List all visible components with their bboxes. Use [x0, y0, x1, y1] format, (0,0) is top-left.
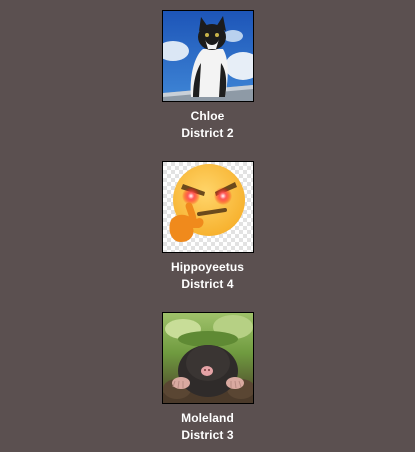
thinking-emoji-photo-icon — [162, 162, 253, 252]
tribute-avatar-hippoyeetus[interactable] — [161, 161, 254, 253]
tribute-district: District 4 — [181, 277, 234, 291]
tribute-avatar-moleland[interactable] — [161, 312, 254, 404]
tribute-list: Chloe District 2 Hippoyeetus District 4 … — [0, 0, 415, 452]
tribute-card: Hippoyeetus District 4 — [0, 161, 415, 293]
tribute-avatar-chloe[interactable] — [161, 10, 254, 102]
tribute-name: Chloe — [190, 109, 225, 123]
cat-photo-icon — [162, 11, 253, 101]
mole-photo-icon — [162, 313, 253, 403]
tribute-card: Chloe District 2 — [0, 10, 415, 142]
tribute-name: Hippoyeetus — [170, 260, 245, 274]
tribute-card: Moleland District 3 — [0, 312, 415, 444]
tribute-name: Moleland — [181, 411, 234, 425]
tribute-district: District 2 — [181, 126, 234, 140]
tribute-district: District 3 — [181, 428, 234, 442]
